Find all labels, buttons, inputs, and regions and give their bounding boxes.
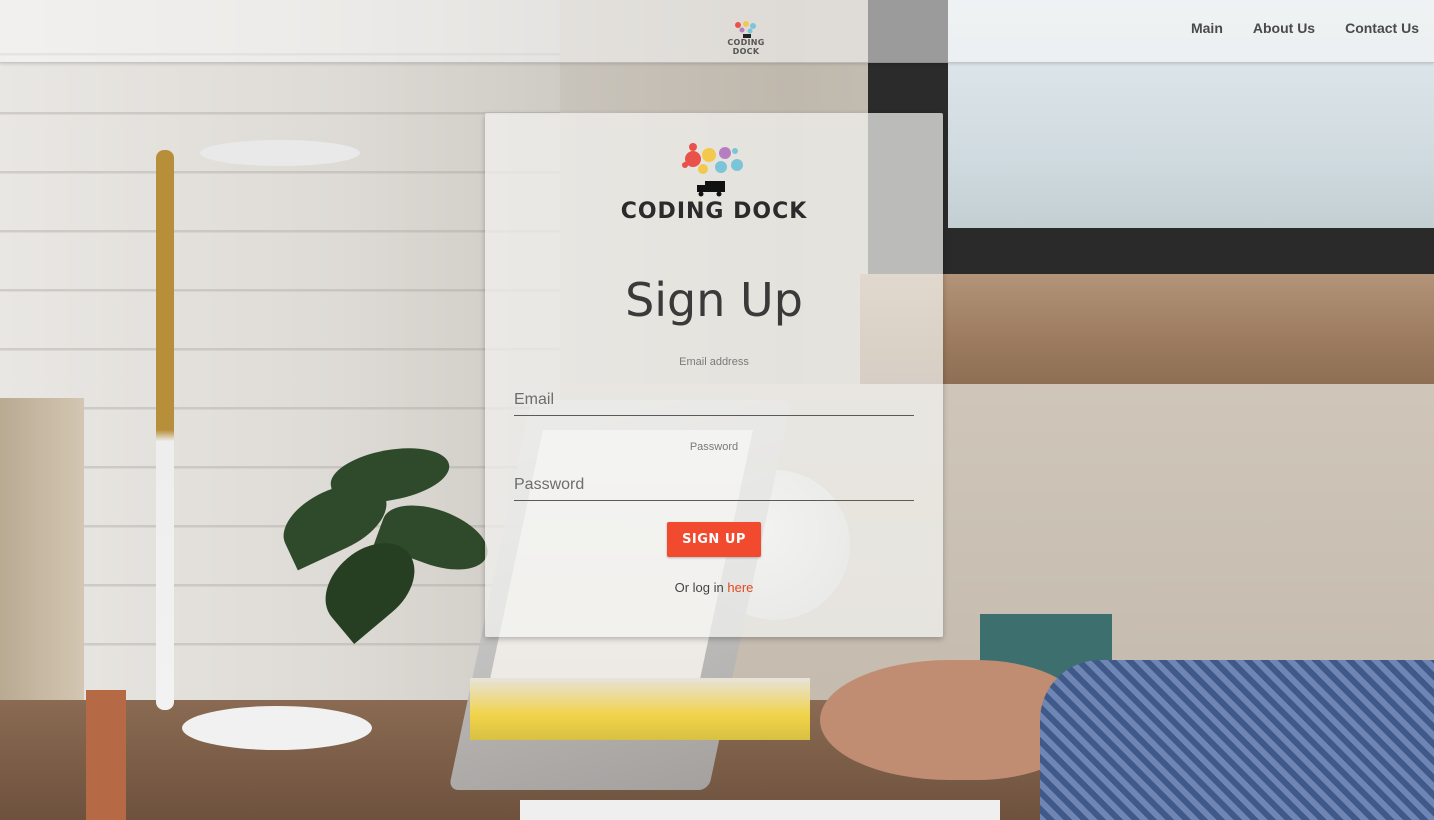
nav-about-us[interactable]: About Us xyxy=(1253,20,1315,36)
login-prefix: Or log in xyxy=(674,580,724,595)
bg-window-sill xyxy=(860,274,1434,384)
nav-main[interactable]: Main xyxy=(1191,20,1223,36)
email-field[interactable] xyxy=(514,385,914,416)
bg-lamp-head xyxy=(200,140,360,166)
card-logo: CODING DOCK xyxy=(485,143,943,224)
bg-pencil-cup xyxy=(86,690,126,820)
signup-card: CODING DOCK Sign Up Email address Passwo… xyxy=(485,113,943,637)
main-nav: Main About Us Contact Us xyxy=(1191,20,1419,36)
bg-plant xyxy=(260,430,520,660)
email-label: Email address xyxy=(679,356,749,368)
card-brand-text: CODING DOCK xyxy=(620,199,808,224)
truck-icon xyxy=(697,181,725,197)
bg-books xyxy=(470,678,810,740)
page-title: Sign Up xyxy=(625,273,803,327)
login-link[interactable]: here xyxy=(727,580,753,595)
header-brand-text: CODING DOCK xyxy=(727,38,765,56)
bg-arm xyxy=(1040,660,1434,820)
nav-contact-us[interactable]: Contact Us xyxy=(1345,20,1419,36)
bg-window-frame xyxy=(940,228,1434,274)
page: CODING DOCK Main About Us Contact Us COD… xyxy=(0,0,1434,820)
bg-lamp-base xyxy=(182,706,372,750)
header-logo[interactable]: CODING DOCK xyxy=(716,20,776,56)
login-prompt: Or log in here xyxy=(485,580,943,595)
password-field[interactable] xyxy=(514,470,914,501)
coding-dock-logo-icon xyxy=(682,143,743,197)
top-navbar: CODING DOCK Main About Us Contact Us xyxy=(0,0,1434,63)
password-label: Password xyxy=(689,441,739,453)
bg-lamp xyxy=(156,150,174,710)
bg-paper xyxy=(520,800,1000,820)
sign-up-button[interactable]: SIGN UP xyxy=(667,522,761,557)
